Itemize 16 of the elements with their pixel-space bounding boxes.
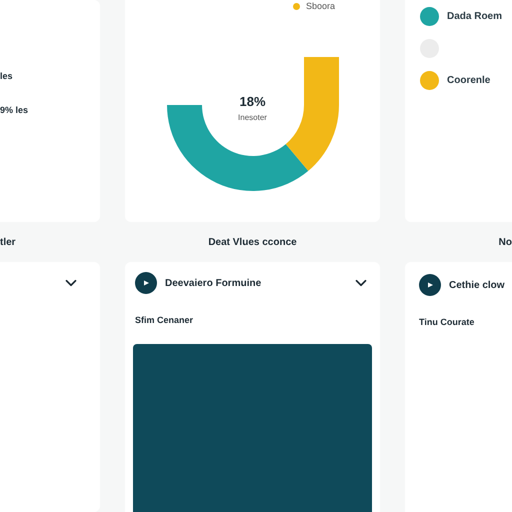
legend-label: Dada Roem (447, 10, 502, 24)
legend-label: Coorenle (447, 74, 490, 88)
row-label: 9% les (0, 104, 30, 116)
section-title: Deevaiero Formuine (165, 276, 262, 290)
donut-label: Inesoter (238, 112, 267, 124)
card-caption: No (498, 236, 512, 250)
section-subtitle: Tinu Courate (419, 316, 476, 329)
section-title: Cethie clow (449, 278, 505, 292)
donut-value: 18% (239, 93, 266, 111)
card-caption: tler (0, 236, 16, 250)
row-label: les (0, 70, 14, 83)
card-caption: Deat Vlues cconce (208, 236, 297, 250)
legend-label: Sboora (306, 0, 336, 13)
section-subtitle: Sfim Cenaner (135, 314, 194, 327)
play-icon (135, 272, 157, 294)
play-icon (419, 274, 441, 296)
